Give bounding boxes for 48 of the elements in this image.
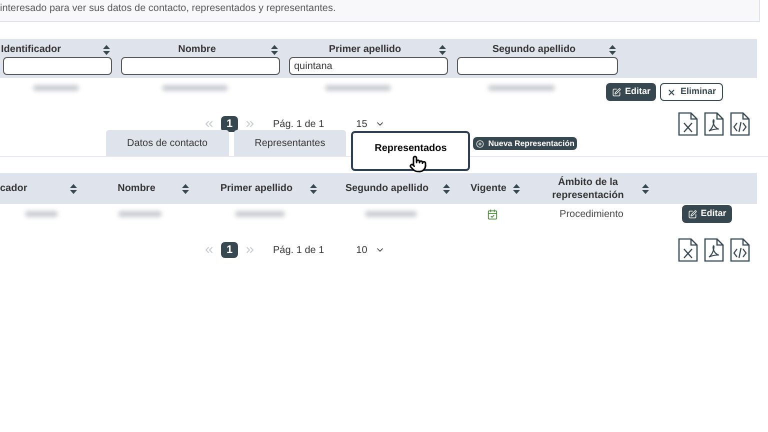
filter-field[interactable] [457,57,618,75]
edit-button[interactable]: Editar [682,205,732,223]
sort-icon[interactable] [642,184,649,194]
edit-icon [612,88,621,96]
code-file-icon[interactable] [730,238,750,262]
spreadsheet-file-icon[interactable] [678,238,698,262]
info-banner: interesado para ver sus datos de contacto, representados y representantes. [0,0,760,22]
page-button[interactable]: 1 [221,242,238,258]
pdf-file-icon[interactable] [704,112,724,136]
edit-button[interactable]: Editar [606,83,656,101]
sort-icon[interactable] [271,44,278,54]
sort-icon[interactable] [182,184,189,194]
table-cell-text: Procedimiento [560,208,624,222]
sort-icon[interactable] [70,184,77,194]
calendar-check-icon [486,208,498,220]
tab[interactable]: Datos de contacto [106,130,229,156]
page-size-select[interactable]: 10 [356,242,386,258]
column-header[interactable]: Ámbito de la representación [534,176,642,202]
page-size-select[interactable]: 15 [356,116,386,132]
delete-button[interactable]: Eliminar [660,83,723,101]
plus-icon [476,140,484,148]
column-header[interactable]: Primer apellido [203,182,310,195]
pdf-file-icon[interactable] [704,238,724,262]
column-header[interactable]: cador [0,182,70,195]
edit-icon [688,210,697,218]
new-representation-button[interactable]: Nueva Representación [473,137,578,150]
column-header[interactable]: Segundo apellido [331,182,443,195]
close-icon [667,88,676,96]
sort-icon[interactable] [310,184,317,194]
filter-field[interactable]: quintana [289,57,448,75]
column-header[interactable]: Nombre [91,182,182,195]
sort-icon[interactable] [439,44,446,54]
tab[interactable]: Representados [351,131,470,171]
sort-icon[interactable] [513,184,520,194]
page-info: Pág. 1 de 1 [273,118,324,132]
filter-field[interactable] [3,57,112,75]
code-file-icon[interactable] [730,112,750,136]
column-header[interactable]: Primer apellido [291,42,439,57]
sort-icon[interactable] [443,184,450,194]
hand-cursor-icon [409,155,428,173]
sort-icon[interactable] [103,44,110,54]
spreadsheet-file-icon[interactable] [678,112,698,136]
sort-icon[interactable] [609,44,616,54]
page-button[interactable]: 1 [221,116,238,132]
filter-field[interactable] [121,57,280,75]
column-header[interactable]: Vigente [464,182,513,195]
page-info: Pág. 1 de 1 [273,244,324,258]
tab[interactable]: Representantes [234,130,346,156]
